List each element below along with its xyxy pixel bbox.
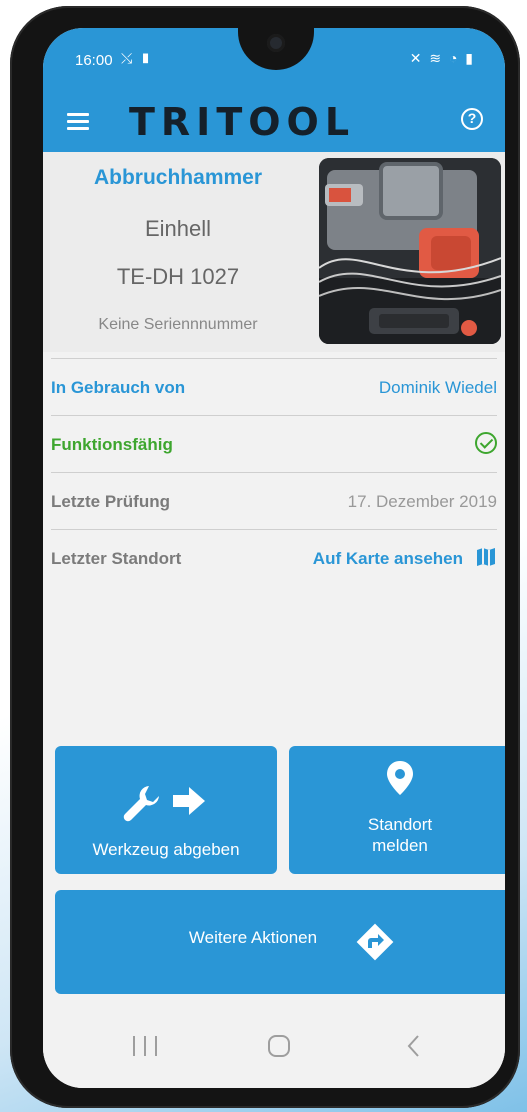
tool-serial: Keine Seriennnummer — [98, 316, 258, 333]
app-logo: TRITOOL — [129, 100, 356, 144]
status-bar: 16:00 ⤯ ▮ ✕ ≋ ◔ ▮ — [43, 28, 505, 90]
detail-row-user[interactable]: In Gebrauch von Dominik Wiedel — [51, 358, 497, 415]
detail-label: Funktionsfähig — [51, 435, 173, 454]
app-bar: TRITOOL ? — [43, 90, 505, 152]
tool-name: Abbruchhammer — [93, 166, 263, 189]
detail-value: Dominik Wiedel — [378, 378, 497, 397]
arrow-right-icon — [173, 787, 205, 815]
recent-apps-icon[interactable] — [125, 1028, 165, 1064]
front-camera — [267, 34, 285, 52]
more-actions-button[interactable]: Weitere Aktionen — [55, 890, 505, 994]
more-actions-label: Weitere Aktionen — [188, 928, 318, 947]
tool-photo[interactable] — [319, 158, 501, 344]
notification-icons: ⤯ ▮ — [121, 50, 153, 66]
report-location-button[interactable]: Standort melden — [289, 746, 505, 874]
report-location-line1: Standort — [367, 815, 433, 834]
check-circle-icon — [475, 432, 497, 454]
detail-row-last-inspection: Letzte Prüfung 17. Dezember 2019 — [51, 472, 497, 529]
status-time: 16:00 — [75, 52, 113, 69]
back-icon[interactable] — [397, 1028, 433, 1064]
map-icon[interactable] — [475, 546, 497, 568]
detail-list: In Gebrauch von Dominik Wiedel Funktions… — [43, 358, 505, 586]
location-pin-icon — [387, 761, 413, 795]
detail-value: 17. Dezember 2019 — [347, 492, 497, 511]
home-icon[interactable] — [261, 1028, 297, 1064]
return-tool-button[interactable]: Werkzeug abgeben — [55, 746, 277, 874]
detail-label: In Gebrauch von — [51, 378, 186, 397]
report-location-line2: melden — [372, 836, 428, 855]
tool-model: TE-DH 1027 — [116, 264, 240, 289]
detail-row-status: Funktionsfähig — [51, 415, 497, 472]
tool-photo-image — [319, 158, 501, 344]
help-icon[interactable]: ? — [461, 108, 483, 130]
tool-brand: Einhell — [144, 216, 212, 241]
tool-header: Abbruchhammer Einhell TE-DH 1027 Keine S… — [43, 152, 505, 352]
app-screen: 16:00 ⤯ ▮ ✕ ≋ ◔ ▮ TRITOOL ? Abbruchhamme… — [43, 28, 505, 1088]
system-nav-bar — [43, 1008, 505, 1088]
detail-label: Letzter Standort — [51, 549, 182, 568]
wrench-icon — [123, 786, 159, 822]
view-on-map-link[interactable]: Auf Karte ansehen — [313, 549, 463, 569]
system-status-icons: ✕ ≋ ◔ ▮ — [409, 50, 475, 66]
report-location-label: Standort melden — [289, 814, 505, 856]
hamburger-menu-icon[interactable] — [67, 110, 89, 132]
detail-label: Letzte Prüfung — [51, 492, 170, 511]
phone-frame: 16:00 ⤯ ▮ ✕ ≋ ◔ ▮ TRITOOL ? Abbruchhamme… — [10, 6, 520, 1108]
return-tool-label: Werkzeug abgeben — [92, 840, 240, 859]
turn-right-diamond-icon — [356, 923, 394, 961]
detail-row-last-location: Letzter Standort Auf Karte ansehen — [51, 529, 497, 586]
